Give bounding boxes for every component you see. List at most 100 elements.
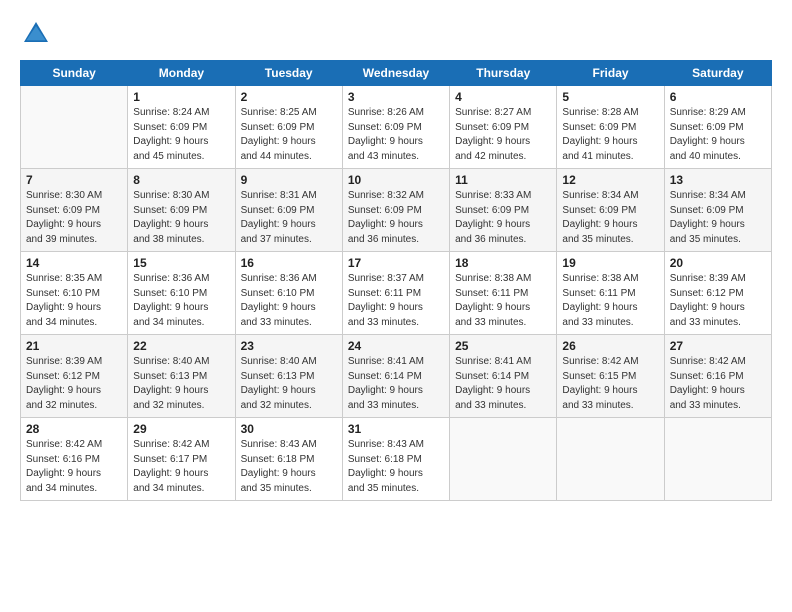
calendar-cell: 15 Sunrise: 8:36 AM Sunset: 6:10 PM Dayli…: [128, 252, 235, 335]
day-info: Sunrise: 8:36 AM Sunset: 6:10 PM Dayligh…: [241, 272, 337, 330]
day-number: 7: [26, 173, 122, 187]
day-number: 6: [670, 90, 766, 104]
day-number: 2: [241, 90, 337, 104]
day-number: 12: [562, 173, 658, 187]
day-number: 5: [562, 90, 658, 104]
calendar-table: SundayMondayTuesdayWednesdayThursdayFrid…: [20, 60, 772, 501]
day-info: Sunrise: 8:31 AM Sunset: 6:09 PM Dayligh…: [241, 189, 337, 247]
calendar-cell: 7Sunrise: 8:30 AM Sunset: 6:09 PM Daylig…: [21, 169, 128, 252]
calendar-cell: [450, 418, 557, 501]
page: SundayMondayTuesdayWednesdayThursdayFrid…: [0, 0, 792, 612]
logo: [20, 18, 56, 50]
calendar-cell: 26 Sunrise: 8:42 AM Sunset: 6:15 PM Dayli…: [557, 335, 664, 418]
header-day-wednesday: Wednesday: [342, 61, 449, 86]
calendar-cell: 10 Sunrise: 8:32 AM Sunset: 6:09 PM Dayli…: [342, 169, 449, 252]
calendar-cell: 2 Sunrise: 8:25 AM Sunset: 6:09 PM Daylig…: [235, 86, 342, 169]
day-number: 20: [670, 256, 766, 270]
header-day-saturday: Saturday: [664, 61, 771, 86]
day-info: Sunrise: 8:43 AM Sunset: 6:18 PM Dayligh…: [241, 438, 337, 496]
calendar-cell: 11 Sunrise: 8:33 AM Sunset: 6:09 PM Dayli…: [450, 169, 557, 252]
day-number: 26: [562, 339, 658, 353]
day-number: 3: [348, 90, 444, 104]
day-info: Sunrise: 8:35 AM Sunset: 6:10 PM Dayligh…: [26, 272, 122, 330]
week-row-4: 28Sunrise: 8:42 AM Sunset: 6:16 PM Dayli…: [21, 418, 772, 501]
day-info: Sunrise: 8:42 AM Sunset: 6:17 PM Dayligh…: [133, 438, 229, 496]
day-info: Sunrise: 8:24 AM Sunset: 6:09 PM Dayligh…: [133, 106, 229, 164]
day-number: 22: [133, 339, 229, 353]
day-number: 29: [133, 422, 229, 436]
header-day-monday: Monday: [128, 61, 235, 86]
calendar-cell: 31Sunrise: 8:43 AM Sunset: 6:18 PM Dayli…: [342, 418, 449, 501]
calendar-cell: 17 Sunrise: 8:37 AM Sunset: 6:11 PM Dayli…: [342, 252, 449, 335]
day-info: Sunrise: 8:42 AM Sunset: 6:15 PM Dayligh…: [562, 355, 658, 413]
calendar-cell: 18Sunrise: 8:38 AM Sunset: 6:11 PM Dayli…: [450, 252, 557, 335]
day-info: Sunrise: 8:36 AM Sunset: 6:10 PM Dayligh…: [133, 272, 229, 330]
day-info: Sunrise: 8:43 AM Sunset: 6:18 PM Dayligh…: [348, 438, 444, 496]
calendar-cell: 3 Sunrise: 8:26 AM Sunset: 6:09 PM Daylig…: [342, 86, 449, 169]
day-number: 11: [455, 173, 551, 187]
day-info: Sunrise: 8:34 AM Sunset: 6:09 PM Dayligh…: [562, 189, 658, 247]
calendar-cell: 30 Sunrise: 8:43 AM Sunset: 6:18 PM Dayli…: [235, 418, 342, 501]
calendar-cell: 27 Sunrise: 8:42 AM Sunset: 6:16 PM Dayli…: [664, 335, 771, 418]
header-day-tuesday: Tuesday: [235, 61, 342, 86]
day-number: 14: [26, 256, 122, 270]
day-number: 9: [241, 173, 337, 187]
calendar-cell: 22 Sunrise: 8:40 AM Sunset: 6:13 PM Dayli…: [128, 335, 235, 418]
day-info: Sunrise: 8:30 AM Sunset: 6:09 PM Dayligh…: [133, 189, 229, 247]
day-number: 13: [670, 173, 766, 187]
calendar-cell: 20 Sunrise: 8:39 AM Sunset: 6:12 PM Dayli…: [664, 252, 771, 335]
header: [20, 18, 772, 50]
week-row-2: 14 Sunrise: 8:35 AM Sunset: 6:10 PM Dayli…: [21, 252, 772, 335]
day-number: 15: [133, 256, 229, 270]
day-info: Sunrise: 8:33 AM Sunset: 6:09 PM Dayligh…: [455, 189, 551, 247]
day-info: Sunrise: 8:42 AM Sunset: 6:16 PM Dayligh…: [26, 438, 122, 496]
day-info: Sunrise: 8:40 AM Sunset: 6:13 PM Dayligh…: [241, 355, 337, 413]
calendar-cell: 12 Sunrise: 8:34 AM Sunset: 6:09 PM Dayli…: [557, 169, 664, 252]
day-number: 4: [455, 90, 551, 104]
day-number: 30: [241, 422, 337, 436]
day-number: 16: [241, 256, 337, 270]
calendar-cell: 5 Sunrise: 8:28 AM Sunset: 6:09 PM Daylig…: [557, 86, 664, 169]
day-number: 17: [348, 256, 444, 270]
day-info: Sunrise: 8:37 AM Sunset: 6:11 PM Dayligh…: [348, 272, 444, 330]
calendar-cell: [557, 418, 664, 501]
day-number: 27: [670, 339, 766, 353]
calendar-cell: 29 Sunrise: 8:42 AM Sunset: 6:17 PM Dayli…: [128, 418, 235, 501]
day-info: Sunrise: 8:32 AM Sunset: 6:09 PM Dayligh…: [348, 189, 444, 247]
day-info: Sunrise: 8:39 AM Sunset: 6:12 PM Dayligh…: [670, 272, 766, 330]
day-number: 25: [455, 339, 551, 353]
calendar-cell: 13 Sunrise: 8:34 AM Sunset: 6:09 PM Dayli…: [664, 169, 771, 252]
calendar-cell: 28Sunrise: 8:42 AM Sunset: 6:16 PM Dayli…: [21, 418, 128, 501]
week-row-3: 21 Sunrise: 8:39 AM Sunset: 6:12 PM Dayli…: [21, 335, 772, 418]
day-number: 19: [562, 256, 658, 270]
calendar-cell: 16 Sunrise: 8:36 AM Sunset: 6:10 PM Dayli…: [235, 252, 342, 335]
day-number: 23: [241, 339, 337, 353]
day-number: 24: [348, 339, 444, 353]
calendar-cell: 1 Sunrise: 8:24 AM Sunset: 6:09 PM Daylig…: [128, 86, 235, 169]
week-row-0: 1 Sunrise: 8:24 AM Sunset: 6:09 PM Daylig…: [21, 86, 772, 169]
calendar-cell: 25 Sunrise: 8:41 AM Sunset: 6:14 PM Dayli…: [450, 335, 557, 418]
calendar-cell: 8 Sunrise: 8:30 AM Sunset: 6:09 PM Daylig…: [128, 169, 235, 252]
day-info: Sunrise: 8:39 AM Sunset: 6:12 PM Dayligh…: [26, 355, 122, 413]
calendar-cell: 19Sunrise: 8:38 AM Sunset: 6:11 PM Dayli…: [557, 252, 664, 335]
day-info: Sunrise: 8:34 AM Sunset: 6:09 PM Dayligh…: [670, 189, 766, 247]
day-info: Sunrise: 8:28 AM Sunset: 6:09 PM Dayligh…: [562, 106, 658, 164]
day-info: Sunrise: 8:42 AM Sunset: 6:16 PM Dayligh…: [670, 355, 766, 413]
day-info: Sunrise: 8:25 AM Sunset: 6:09 PM Dayligh…: [241, 106, 337, 164]
header-row: SundayMondayTuesdayWednesdayThursdayFrid…: [21, 61, 772, 86]
header-day-sunday: Sunday: [21, 61, 128, 86]
calendar-cell: 4Sunrise: 8:27 AM Sunset: 6:09 PM Daylig…: [450, 86, 557, 169]
day-number: 21: [26, 339, 122, 353]
day-info: Sunrise: 8:41 AM Sunset: 6:14 PM Dayligh…: [455, 355, 551, 413]
calendar-cell: 6Sunrise: 8:29 AM Sunset: 6:09 PM Daylig…: [664, 86, 771, 169]
calendar-cell: 21 Sunrise: 8:39 AM Sunset: 6:12 PM Dayli…: [21, 335, 128, 418]
calendar-cell: 23 Sunrise: 8:40 AM Sunset: 6:13 PM Dayli…: [235, 335, 342, 418]
calendar-cell: [21, 86, 128, 169]
day-info: Sunrise: 8:26 AM Sunset: 6:09 PM Dayligh…: [348, 106, 444, 164]
day-number: 1: [133, 90, 229, 104]
header-day-friday: Friday: [557, 61, 664, 86]
week-row-1: 7 Sunrise: 8:30 AM Sunset: 6:09 PM Daylig…: [21, 169, 772, 252]
day-info: Sunrise: 8:40 AM Sunset: 6:13 PM Dayligh…: [133, 355, 229, 413]
day-number: 8: [133, 173, 229, 187]
day-number: 10: [348, 173, 444, 187]
